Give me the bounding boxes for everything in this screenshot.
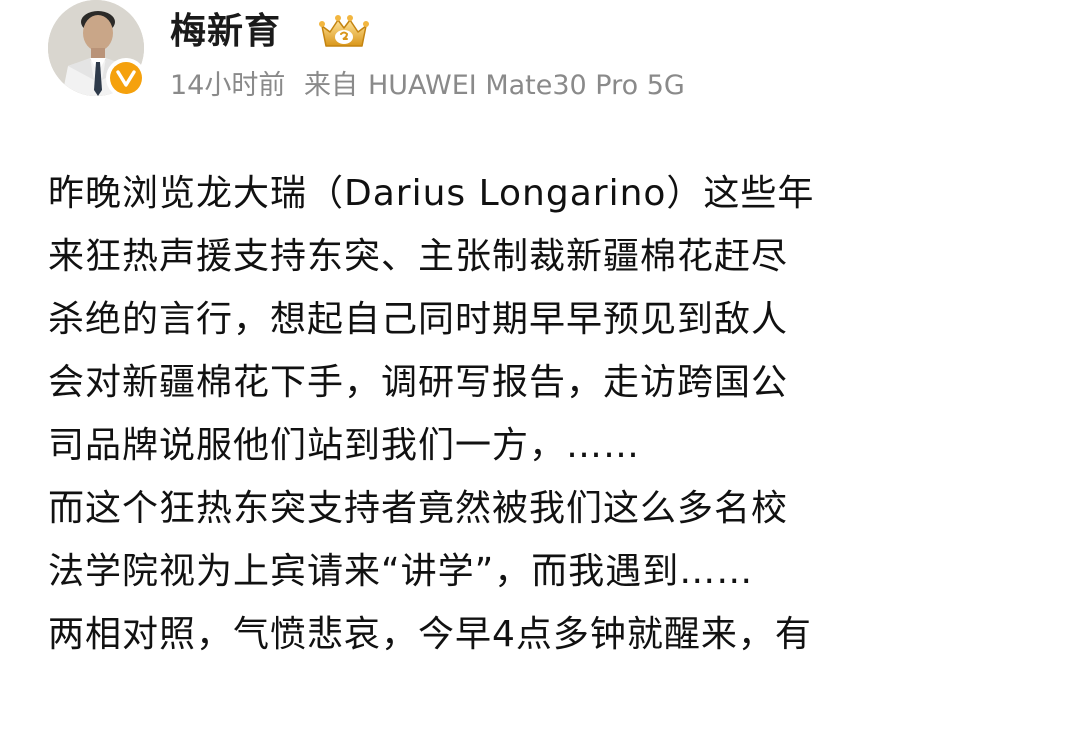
weibo-post: 梅新育 14小时前 来自 HUAWEI Mate30 Pro 5G 昨晚浏览龙大… — [0, 0, 1080, 730]
author-name[interactable]: 梅新育 — [170, 10, 281, 54]
source-device[interactable]: HUAWEI Mate30 Pro 5G — [368, 70, 685, 101]
verified-badge — [106, 58, 146, 98]
post-body: 昨晚浏览龙大瑞（Darius Longarino）这些年 来狂热声援支持东突、主… — [48, 162, 1058, 666]
post-line: 司品牌说服他们站到我们一方，…… — [48, 425, 641, 466]
avatar-container[interactable] — [48, 0, 146, 98]
verified-v-icon — [110, 62, 142, 94]
post-line: 来狂热声援支持东突、主张制裁新疆棉花赶尽 — [48, 236, 789, 277]
post-line: 杀绝的言行，想起自己同时期早早预见到敌人 — [48, 299, 789, 340]
source-prefix: 来自 — [303, 70, 358, 101]
post-line: 而这个狂热东突支持者竟然被我们这么多名校 — [48, 488, 789, 529]
post-line: 两相对照，气愤悲哀，今早4点多钟就醒来，有 — [48, 614, 812, 655]
post-line: 法学院视为上宾请来“讲学”，而我遇到…… — [48, 551, 754, 592]
post-header: 梅新育 14小时前 来自 HUAWEI Mate30 Pro 5G — [48, 0, 1048, 110]
post-time: 14小时前 — [170, 70, 286, 101]
post-line: 昨晚浏览龙大瑞（Darius Longarino）这些年 — [48, 173, 815, 214]
crown-level-icon[interactable] — [316, 12, 372, 52]
post-meta: 14小时前 来自 HUAWEI Mate30 Pro 5G — [170, 68, 695, 104]
post-line: 会对新疆棉花下手，调研写报告，走访跨国公 — [48, 362, 789, 403]
